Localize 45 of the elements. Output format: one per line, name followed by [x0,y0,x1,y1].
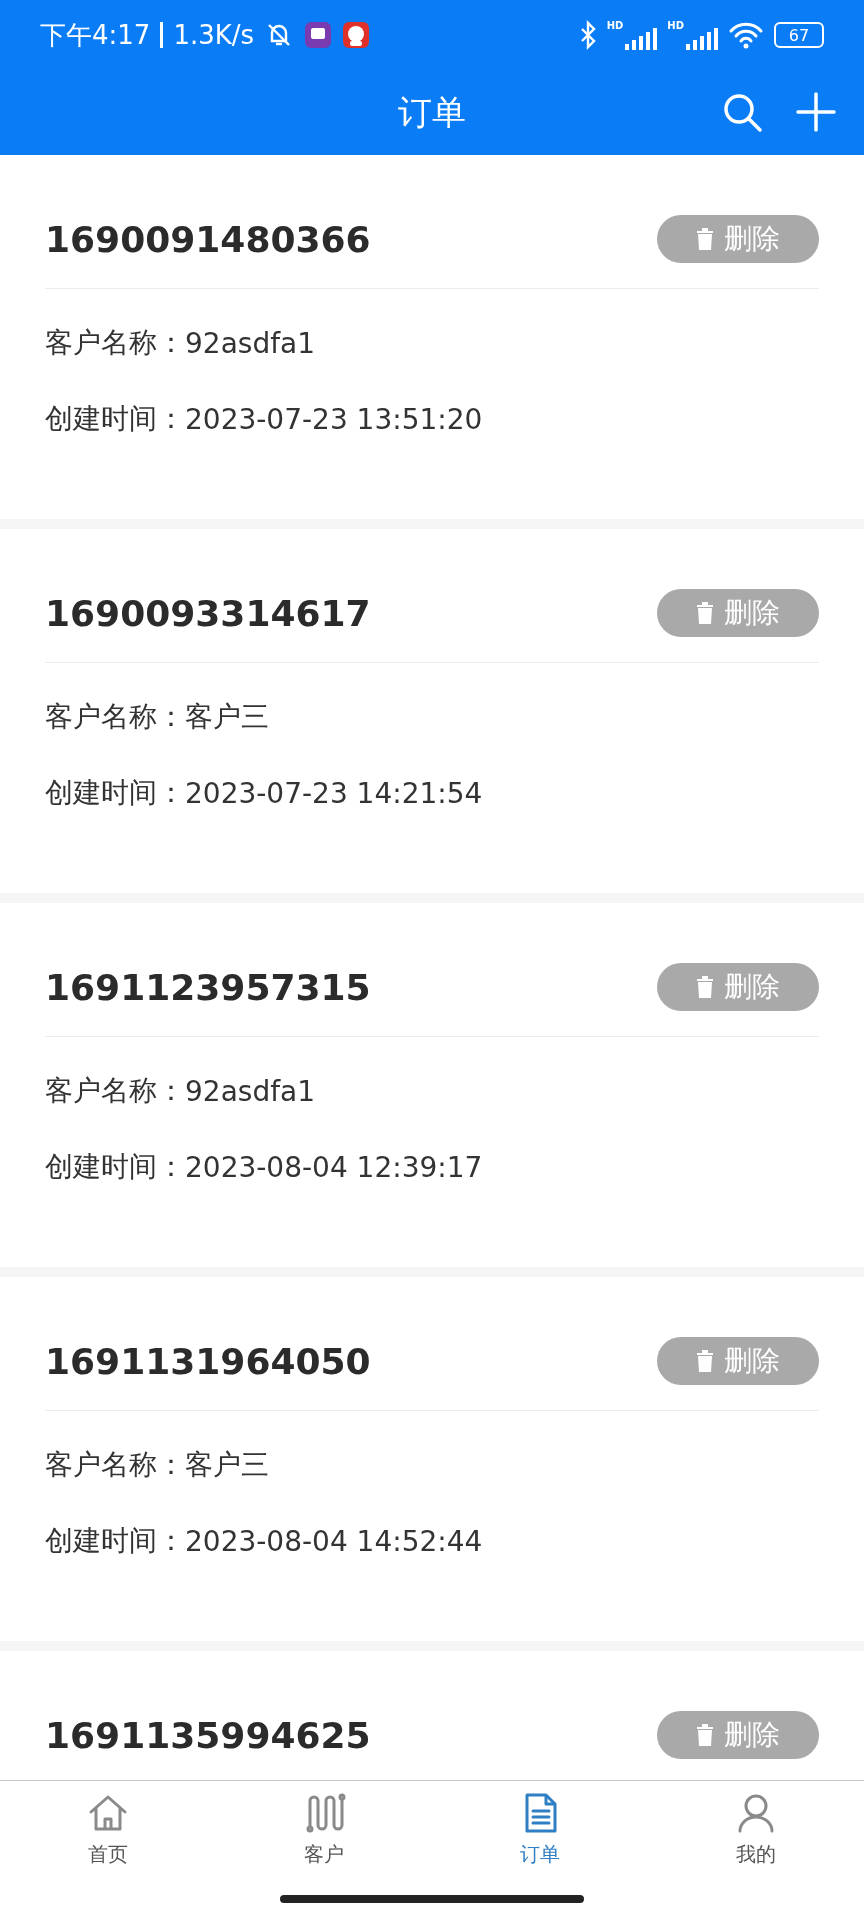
trash-icon [696,1724,714,1746]
customer-name: 92asdfa1 [185,326,315,360]
nav-tab[interactable]: 订单 [432,1781,648,1889]
order-card[interactable]: 1691123957315 删除 客户名称：92asdfa1 创建时间：2023-08-04 12:39:17 [0,903,864,1267]
customer-name: 客户三 [185,699,269,735]
order-card[interactable]: 1690091480366 删除 客户名称：92asdfa1 创建时间：2023-07-23 13:51:20 [0,155,864,519]
plus-icon[interactable] [794,90,838,134]
order-number: 1691135994625 [45,1714,371,1756]
app-icon [304,21,333,49]
nav-tab[interactable]: 客户 [216,1781,432,1889]
created-time: 2023-08-04 14:52:44 [185,1524,483,1558]
network-speed: 1.3K/s [173,20,255,50]
page-title: 订单 [398,90,466,134]
nav-tab[interactable]: 我的 [648,1781,864,1889]
order-number: 1690091480366 [45,218,371,260]
order-number: 1691131964050 [45,1340,371,1382]
field-label: 客户名称： [45,1073,185,1109]
app-icon [342,21,371,49]
trash-icon [696,602,714,624]
order-number: 1690093314617 [45,592,371,634]
bluetooth-icon [578,20,597,50]
nav-tab[interactable]: 首页 [0,1781,216,1889]
field-label: 创建时间： [45,775,185,811]
created-time: 2023-08-04 12:39:17 [185,1150,483,1184]
wifi-icon [728,21,764,49]
battery-icon: 67 [774,22,824,48]
status-time: 下午4:17 [40,18,151,52]
trash-icon [696,976,714,998]
field-label: 客户名称： [45,325,185,361]
field-label: 创建时间： [45,1523,185,1559]
field-label: 客户名称： [45,1447,185,1483]
field-label: 客户名称： [45,699,185,735]
field-label: 创建时间： [45,401,185,437]
created-time: 2023-07-23 14:21:54 [185,776,483,810]
field-label: 创建时间： [45,1149,185,1185]
customer-name: 92asdfa1 [185,1074,315,1108]
customer-name: 客户三 [185,1447,269,1483]
divider [160,22,164,48]
order-card[interactable]: 1691135994625 删除 [0,1651,864,1780]
order-card[interactable]: 1691131964050 删除 客户名称：客户三 创建时间：2023-08-04 14:52:44 [0,1277,864,1641]
order-number: 1691123957315 [45,966,371,1008]
trash-icon [696,1350,714,1372]
created-time: 2023-07-23 13:51:20 [185,402,483,436]
trash-icon [696,228,714,250]
order-card[interactable]: 1690093314617 删除 客户名称：客户三 创建时间：2023-07-23 14:21:54 [0,529,864,893]
